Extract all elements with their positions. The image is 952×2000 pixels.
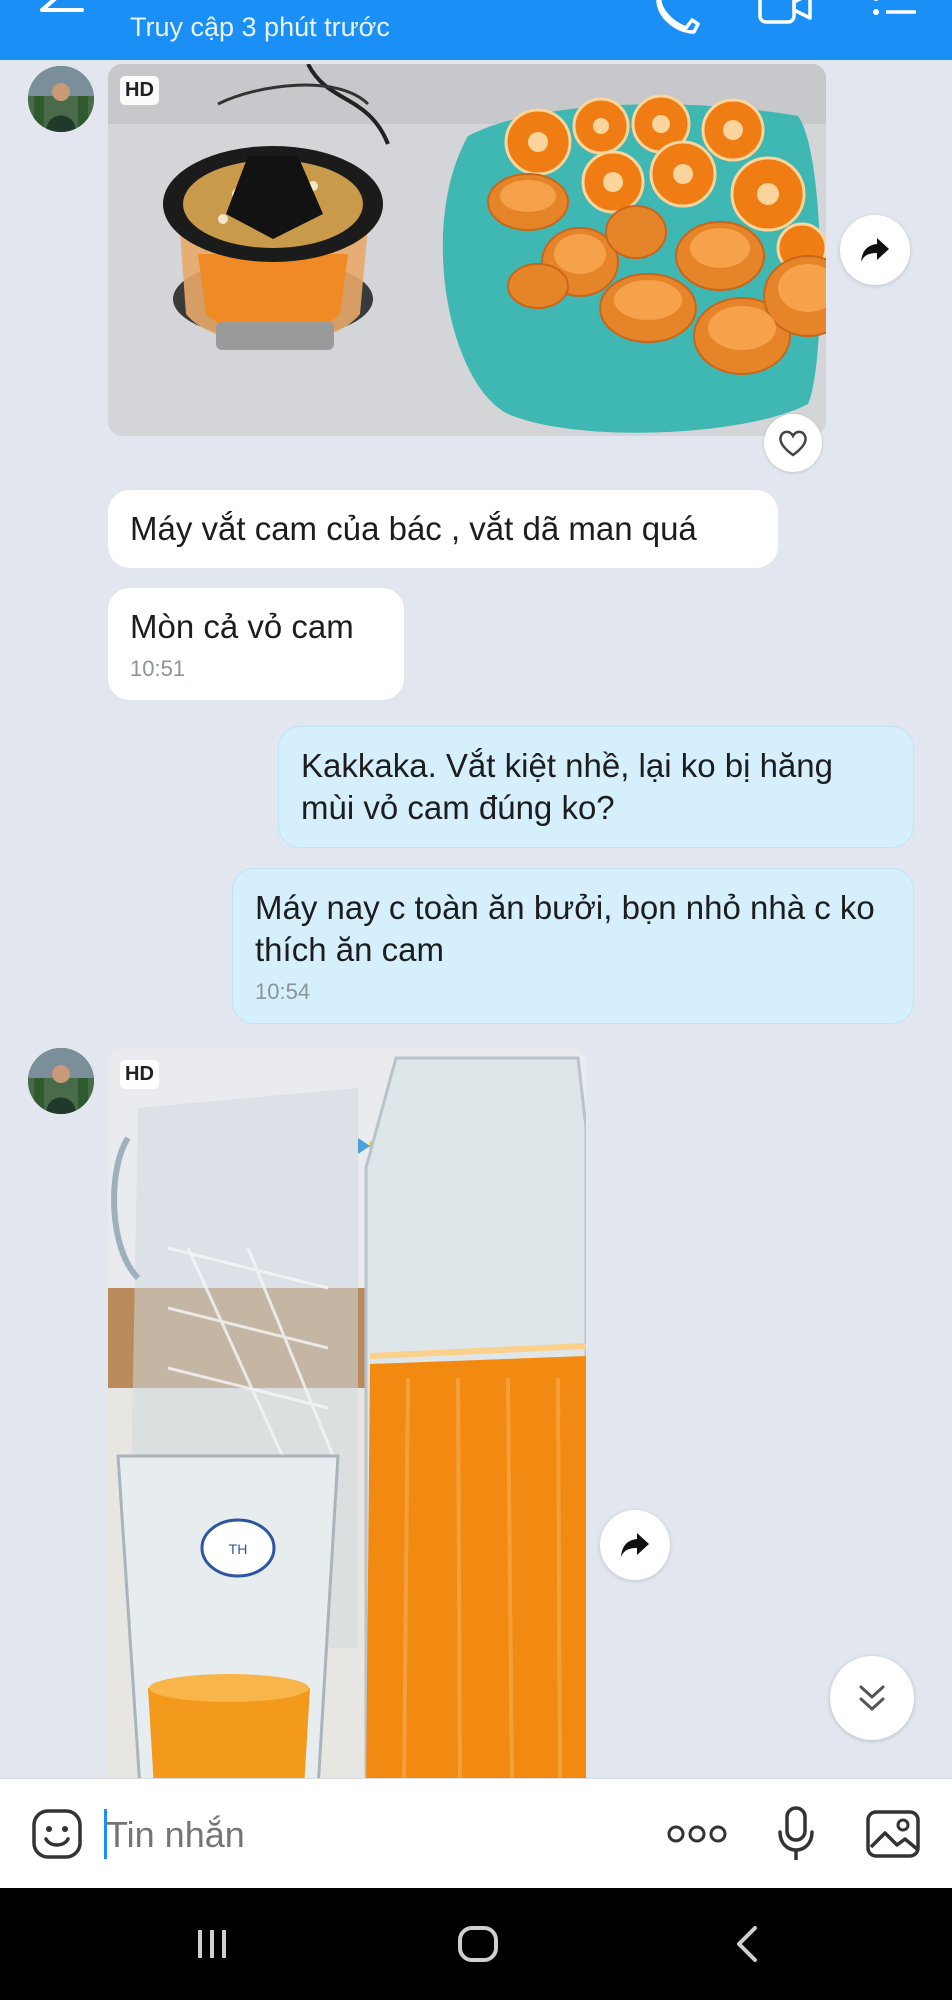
message-text: Máy nay c toàn ăn bưởi, bọn nhỏ nhà c ko… [255, 889, 875, 968]
menu-list-icon[interactable] [870, 0, 922, 40]
message-composer [0, 1778, 952, 1888]
message-time: 10:54 [255, 979, 311, 1004]
incoming-message[interactable]: Máy vắt cam của bác , vắt dã man quá [108, 490, 778, 568]
recent-apps-icon[interactable] [182, 1916, 242, 1972]
incoming-message[interactable]: Mòn cả vỏ cam 10:51 [108, 588, 404, 700]
avatar[interactable] [28, 1048, 94, 1114]
outgoing-message[interactable]: Máy nay c toàn ăn bưởi, bọn nhỏ nhà c ko… [232, 868, 914, 1024]
message-input[interactable] [106, 1807, 606, 1863]
video-call-icon[interactable] [756, 0, 812, 40]
gallery-icon[interactable] [862, 1805, 924, 1863]
heart-icon [779, 430, 807, 457]
home-icon[interactable] [448, 1916, 508, 1972]
share-icon [621, 1533, 649, 1557]
double-chevron-down-icon [859, 1685, 885, 1711]
back-arrow-icon[interactable] [38, 0, 88, 36]
hd-badge: HD [120, 1060, 159, 1089]
microphone-icon[interactable] [772, 1805, 820, 1863]
juicer-oranges-photo [108, 64, 826, 436]
message-text: Máy vắt cam của bác , vắt dã man quá [130, 510, 697, 547]
image-message[interactable]: HD [108, 64, 826, 436]
share-button[interactable] [840, 215, 910, 285]
share-button[interactable] [600, 1510, 670, 1580]
back-icon[interactable] [716, 1916, 776, 1972]
message-text: Mòn cả vỏ cam [130, 608, 354, 645]
message-time: 10:51 [130, 656, 186, 681]
scroll-to-bottom-button[interactable] [830, 1656, 914, 1740]
hd-badge: HD [120, 76, 159, 105]
message-text: Kakkaka. Vắt kiệt nhề, lại ko bị hăng mù… [301, 747, 833, 826]
avatar[interactable] [28, 66, 94, 132]
react-heart-button[interactable] [764, 414, 822, 472]
phone-icon[interactable] [652, 0, 704, 40]
system-navigation-bar [0, 1888, 952, 2000]
message-list[interactable]: HD Máy vắt cam của bác , vắt dã man quá … [0, 60, 952, 1778]
svg-text:TH: TH [229, 1541, 248, 1557]
more-options-icon[interactable] [664, 1805, 730, 1863]
share-icon [861, 238, 889, 262]
outgoing-message[interactable]: Kakkaka. Vắt kiệt nhề, lại ko bị hăng mù… [278, 726, 914, 848]
chat-header: Truy cập 3 phút trước [0, 0, 952, 60]
last-seen-status: Truy cập 3 phút trước [130, 12, 390, 42]
sticker-icon[interactable] [28, 1805, 86, 1863]
juice-jugs-photo: TH [108, 1048, 586, 1778]
image-message[interactable]: TH HD [108, 1048, 586, 1778]
